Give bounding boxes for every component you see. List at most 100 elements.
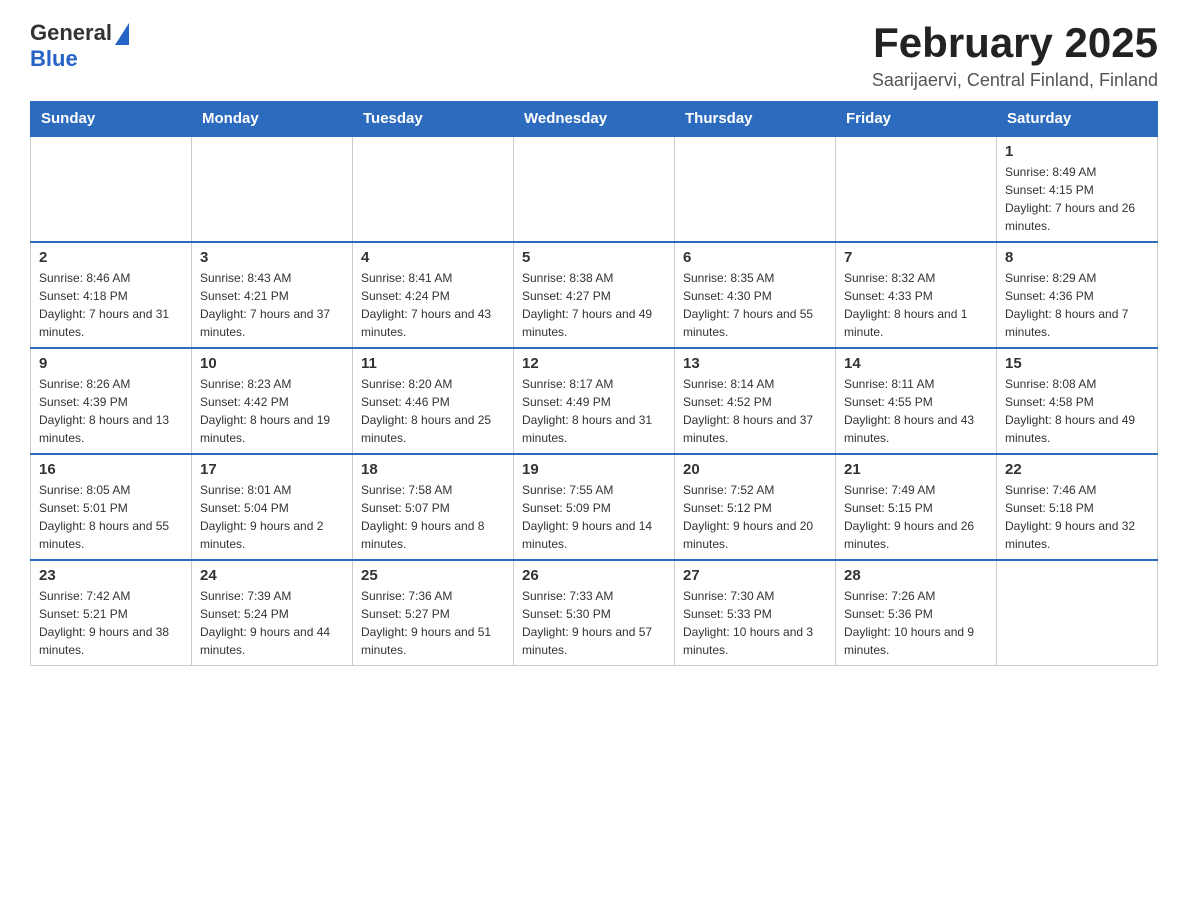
- table-row: [353, 136, 514, 242]
- day-number: 7: [844, 249, 988, 266]
- logo: General Blue: [30, 20, 129, 72]
- day-info: Sunrise: 8:35 AMSunset: 4:30 PMDaylight:…: [683, 269, 827, 341]
- day-number: 26: [522, 567, 666, 584]
- table-row: 11 Sunrise: 8:20 AMSunset: 4:46 PMDayligh…: [353, 348, 514, 454]
- day-number: 3: [200, 249, 344, 266]
- header-tuesday: Tuesday: [353, 102, 514, 137]
- table-row: [997, 560, 1158, 666]
- table-row: 26 Sunrise: 7:33 AMSunset: 5:30 PMDayligh…: [514, 560, 675, 666]
- day-number: 21: [844, 461, 988, 478]
- table-row: 13 Sunrise: 8:14 AMSunset: 4:52 PMDayligh…: [675, 348, 836, 454]
- day-info: Sunrise: 8:01 AMSunset: 5:04 PMDaylight:…: [200, 481, 344, 553]
- day-number: 14: [844, 355, 988, 372]
- logo-triangle-icon: [115, 23, 129, 45]
- day-info: Sunrise: 8:17 AMSunset: 4:49 PMDaylight:…: [522, 375, 666, 447]
- table-row: [514, 136, 675, 242]
- day-number: 17: [200, 461, 344, 478]
- day-number: 6: [683, 249, 827, 266]
- day-number: 20: [683, 461, 827, 478]
- calendar-week-row: 1 Sunrise: 8:49 AMSunset: 4:15 PMDaylight…: [31, 136, 1158, 242]
- table-row: 28 Sunrise: 7:26 AMSunset: 5:36 PMDayligh…: [836, 560, 997, 666]
- day-info: Sunrise: 7:49 AMSunset: 5:15 PMDaylight:…: [844, 481, 988, 553]
- header-saturday: Saturday: [997, 102, 1158, 137]
- table-row: 18 Sunrise: 7:58 AMSunset: 5:07 PMDayligh…: [353, 454, 514, 560]
- table-row: 17 Sunrise: 8:01 AMSunset: 5:04 PMDayligh…: [192, 454, 353, 560]
- day-info: Sunrise: 7:39 AMSunset: 5:24 PMDaylight:…: [200, 587, 344, 659]
- calendar-header-row: Sunday Monday Tuesday Wednesday Thursday…: [31, 102, 1158, 137]
- table-row: 19 Sunrise: 7:55 AMSunset: 5:09 PMDayligh…: [514, 454, 675, 560]
- table-row: 10Sunrise: 8:23 AMSunset: 4:42 PMDayligh…: [192, 348, 353, 454]
- logo-general-text: General: [30, 20, 112, 46]
- day-number: 5: [522, 249, 666, 266]
- table-row: 5 Sunrise: 8:38 AMSunset: 4:27 PMDaylight…: [514, 242, 675, 348]
- day-info: Sunrise: 8:08 AMSunset: 4:58 PMDaylight:…: [1005, 375, 1149, 447]
- header-wednesday: Wednesday: [514, 102, 675, 137]
- calendar-week-row: 16 Sunrise: 8:05 AMSunset: 5:01 PMDayligh…: [31, 454, 1158, 560]
- table-row: 23 Sunrise: 7:42 AMSunset: 5:21 PMDayligh…: [31, 560, 192, 666]
- day-info: Sunrise: 7:58 AMSunset: 5:07 PMDaylight:…: [361, 481, 505, 553]
- table-row: 7 Sunrise: 8:32 AMSunset: 4:33 PMDaylight…: [836, 242, 997, 348]
- table-row: [192, 136, 353, 242]
- day-info: Sunrise: 8:43 AMSunset: 4:21 PMDaylight:…: [200, 269, 344, 341]
- table-row: 24 Sunrise: 7:39 AMSunset: 5:24 PMDayligh…: [192, 560, 353, 666]
- day-info: Sunrise: 7:52 AMSunset: 5:12 PMDaylight:…: [683, 481, 827, 553]
- day-info: Sunrise: 7:42 AMSunset: 5:21 PMDaylight:…: [39, 587, 183, 659]
- day-number: 1: [1005, 143, 1149, 160]
- day-info: Sunrise: 8:38 AMSunset: 4:27 PMDaylight:…: [522, 269, 666, 341]
- day-info: Sunrise: 7:46 AMSunset: 5:18 PMDaylight:…: [1005, 481, 1149, 553]
- table-row: 20 Sunrise: 7:52 AMSunset: 5:12 PMDayligh…: [675, 454, 836, 560]
- table-row: 3 Sunrise: 8:43 AMSunset: 4:21 PMDaylight…: [192, 242, 353, 348]
- table-row: 9 Sunrise: 8:26 AMSunset: 4:39 PMDaylight…: [31, 348, 192, 454]
- day-info: Sunrise: 7:55 AMSunset: 5:09 PMDaylight:…: [522, 481, 666, 553]
- day-number: 25: [361, 567, 505, 584]
- day-number: 9: [39, 355, 183, 372]
- calendar-week-row: 9 Sunrise: 8:26 AMSunset: 4:39 PMDaylight…: [31, 348, 1158, 454]
- day-number: 16: [39, 461, 183, 478]
- day-info: Sunrise: 8:41 AMSunset: 4:24 PMDaylight:…: [361, 269, 505, 341]
- day-number: 4: [361, 249, 505, 266]
- day-number: 18: [361, 461, 505, 478]
- calendar-table: Sunday Monday Tuesday Wednesday Thursday…: [30, 101, 1158, 666]
- day-number: 23: [39, 567, 183, 584]
- day-info: Sunrise: 7:33 AMSunset: 5:30 PMDaylight:…: [522, 587, 666, 659]
- day-number: 28: [844, 567, 988, 584]
- day-info: Sunrise: 7:26 AMSunset: 5:36 PMDaylight:…: [844, 587, 988, 659]
- day-number: 11: [361, 355, 505, 372]
- day-number: 24: [200, 567, 344, 584]
- day-number: 15: [1005, 355, 1149, 372]
- day-info: Sunrise: 8:11 AMSunset: 4:55 PMDaylight:…: [844, 375, 988, 447]
- header-sunday: Sunday: [31, 102, 192, 137]
- day-info: Sunrise: 7:36 AMSunset: 5:27 PMDaylight:…: [361, 587, 505, 659]
- table-row: [31, 136, 192, 242]
- table-row: 8Sunrise: 8:29 AMSunset: 4:36 PMDaylight…: [997, 242, 1158, 348]
- logo-blue-text: Blue: [30, 46, 78, 72]
- day-info: Sunrise: 8:46 AMSunset: 4:18 PMDaylight:…: [39, 269, 183, 341]
- month-title: February 2025: [872, 20, 1158, 66]
- day-number: 10: [200, 355, 344, 372]
- day-number: 2: [39, 249, 183, 266]
- location-title: Saarijaervi, Central Finland, Finland: [872, 70, 1158, 91]
- day-number: 19: [522, 461, 666, 478]
- day-info: Sunrise: 8:05 AMSunset: 5:01 PMDaylight:…: [39, 481, 183, 553]
- table-row: 4 Sunrise: 8:41 AMSunset: 4:24 PMDaylight…: [353, 242, 514, 348]
- day-number: 22: [1005, 461, 1149, 478]
- table-row: 22 Sunrise: 7:46 AMSunset: 5:18 PMDayligh…: [997, 454, 1158, 560]
- day-info: Sunrise: 7:30 AMSunset: 5:33 PMDaylight:…: [683, 587, 827, 659]
- calendar-week-row: 23 Sunrise: 7:42 AMSunset: 5:21 PMDayligh…: [31, 560, 1158, 666]
- day-info: Sunrise: 8:49 AMSunset: 4:15 PMDaylight:…: [1005, 163, 1149, 235]
- table-row: 2 Sunrise: 8:46 AMSunset: 4:18 PMDaylight…: [31, 242, 192, 348]
- page-header: General Blue February 2025 Saarijaervi, …: [30, 20, 1158, 91]
- table-row: 12Sunrise: 8:17 AMSunset: 4:49 PMDayligh…: [514, 348, 675, 454]
- day-info: Sunrise: 8:32 AMSunset: 4:33 PMDaylight:…: [844, 269, 988, 341]
- day-info: Sunrise: 8:20 AMSunset: 4:46 PMDaylight:…: [361, 375, 505, 447]
- calendar-week-row: 2 Sunrise: 8:46 AMSunset: 4:18 PMDaylight…: [31, 242, 1158, 348]
- header-monday: Monday: [192, 102, 353, 137]
- header-thursday: Thursday: [675, 102, 836, 137]
- day-info: Sunrise: 8:14 AMSunset: 4:52 PMDaylight:…: [683, 375, 827, 447]
- day-number: 13: [683, 355, 827, 372]
- table-row: 25 Sunrise: 7:36 AMSunset: 5:27 PMDayligh…: [353, 560, 514, 666]
- day-info: Sunrise: 8:26 AMSunset: 4:39 PMDaylight:…: [39, 375, 183, 447]
- title-area: February 2025 Saarijaervi, Central Finla…: [872, 20, 1158, 91]
- table-row: [675, 136, 836, 242]
- day-info: Sunrise: 8:29 AMSunset: 4:36 PMDaylight:…: [1005, 269, 1149, 341]
